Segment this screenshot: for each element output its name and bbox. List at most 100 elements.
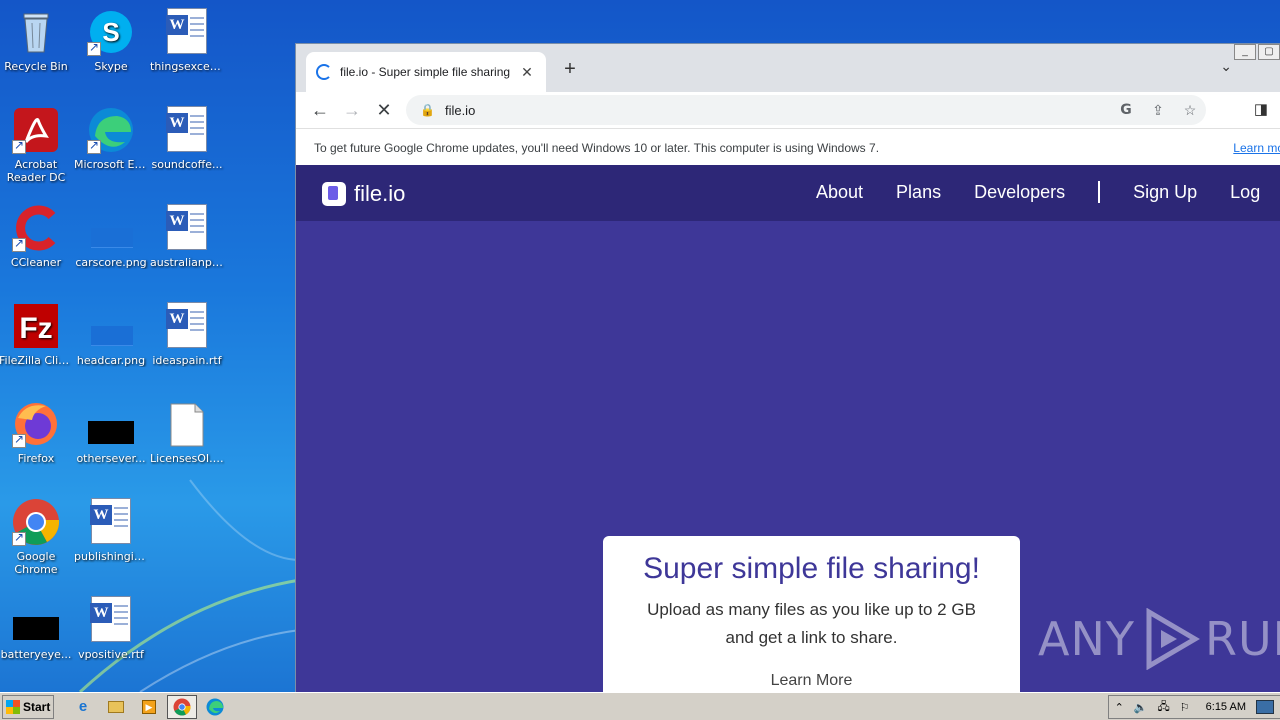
- volume-icon[interactable]: 🔈: [1134, 701, 1148, 714]
- desktop-icon-firefox[interactable]: Firefox: [0, 400, 74, 465]
- side-panel-icon[interactable]: ◨: [1254, 100, 1268, 118]
- tray-expand-icon[interactable]: ⌃: [1115, 701, 1124, 714]
- desktop-icon-label: Firefox: [17, 452, 55, 465]
- svg-text:Fz: Fz: [19, 312, 52, 345]
- desktop-icon-label: batteryeye...: [0, 648, 72, 661]
- desktop-icon-thingsexcep[interactable]: W thingsexcep...: [149, 8, 225, 73]
- desktop-icon-othersever[interactable]: othersever...: [73, 400, 149, 465]
- google-lens-icon[interactable]: G: [1110, 102, 1142, 118]
- desktop-icon-label: othersever...: [76, 452, 146, 465]
- watermark-right: RUN: [1204, 612, 1280, 666]
- clock[interactable]: 6:15 AM: [1206, 701, 1246, 713]
- desktop-icon-soundcoffe[interactable]: W soundcoffe...: [149, 106, 225, 171]
- word-document-icon: W: [87, 596, 135, 644]
- ie-taskbar-icon[interactable]: e: [68, 695, 98, 719]
- desktop-icon-recycle-bin[interactable]: Recycle Bin: [0, 8, 74, 73]
- minimize-icon[interactable]: _: [1234, 44, 1256, 60]
- edge-taskbar-icon[interactable]: [200, 695, 230, 719]
- play-logo-icon: [1146, 608, 1200, 670]
- taskbar: Start e ▶ ⌃ 🔈 🖧 ⚐ 6:15 AM: [0, 692, 1280, 720]
- desktop-icon-licenses[interactable]: LicensesOI.txt: [149, 400, 225, 465]
- desktop-icon-label: soundcoffe...: [151, 158, 223, 171]
- black-thumbnail-icon: [87, 400, 135, 448]
- desktop-icon-label: LicensesOI.txt: [150, 452, 225, 465]
- browser-toolbar: ← → ✕ 🔒 file.io G ⇪ ☆ ◨: [296, 92, 1280, 128]
- word-document-icon: W: [163, 204, 211, 252]
- hero-card: Super simple file sharing! Upload as man…: [603, 536, 1020, 692]
- desktop-icon-label: australianpr...: [150, 256, 225, 269]
- image-file-icon: [87, 302, 135, 350]
- desktop-icon-publishingin[interactable]: W publishingin...: [73, 498, 149, 563]
- desktop-icon-ideaspain[interactable]: W ideaspain.rtf: [149, 302, 225, 367]
- desktop-icon-edge[interactable]: Microsoft Edge: [73, 106, 149, 171]
- chrome-icon: [12, 498, 60, 546]
- explorer-taskbar-icon[interactable]: [101, 695, 131, 719]
- nav-plans[interactable]: Plans: [896, 182, 941, 203]
- system-tray: ⌃ 🔈 🖧 ⚐ 6:15 AM: [1107, 695, 1280, 719]
- firefox-icon: [12, 400, 60, 448]
- desktop-icon-acrobat[interactable]: Acrobat Reader DC: [0, 106, 74, 184]
- window-controls: _ ▢: [1232, 44, 1280, 60]
- restore-icon[interactable]: ▢: [1258, 44, 1280, 60]
- infobar-message: To get future Google Chrome updates, you…: [314, 141, 880, 155]
- windows-logo-icon: [6, 699, 20, 714]
- desktop-icon-headcar[interactable]: headcar.png: [73, 302, 149, 367]
- hero-line-1: Upload as many files as you like up to 2…: [647, 600, 976, 619]
- nav-sign-up[interactable]: Sign Up: [1133, 182, 1197, 203]
- edge-icon: [206, 698, 224, 715]
- address-bar[interactable]: 🔒 file.io G ⇪ ☆: [406, 95, 1206, 125]
- chrome-taskbar-icon[interactable]: [167, 694, 197, 719]
- desktop-icon-vpositive[interactable]: W vpositive.rtf: [73, 596, 149, 661]
- nav-developers[interactable]: Developers: [974, 182, 1065, 203]
- loading-spinner-icon: [316, 64, 332, 80]
- desktop-icon-label: carscore.png: [75, 256, 147, 269]
- hero-title: Super simple file sharing!: [643, 552, 980, 585]
- tab-search-icon[interactable]: ⌄: [1220, 58, 1232, 75]
- fileio-logo[interactable]: file.io: [322, 181, 405, 207]
- nav-log-in[interactable]: Log: [1230, 182, 1260, 203]
- chrome-icon: [173, 698, 191, 715]
- desktop-icon-label: vpositive.rtf: [78, 648, 144, 661]
- tab-close-icon[interactable]: ✕: [518, 64, 536, 81]
- desktop-icon-batteryeye[interactable]: batteryeye...: [0, 596, 74, 661]
- fileio-logo-icon: [322, 182, 346, 206]
- edge-icon: [87, 106, 135, 154]
- desktop-icon-filezilla[interactable]: Fz FileZilla Client: [0, 302, 74, 367]
- learn-more-link[interactable]: Learn More: [603, 672, 1020, 690]
- media-player-taskbar-icon[interactable]: ▶: [134, 695, 164, 719]
- desktop-icon-chrome[interactable]: Google Chrome: [0, 498, 74, 576]
- network-icon[interactable]: 🖧: [1158, 698, 1170, 717]
- tab-strip: file.io - Super simple file sharing ✕ + …: [296, 44, 1280, 92]
- recycle-bin-icon: [12, 8, 60, 56]
- word-document-icon: W: [163, 8, 211, 56]
- back-arrow-icon[interactable]: ←: [304, 100, 336, 121]
- desktop-icon-label: thingsexcep...: [150, 60, 225, 73]
- show-desktop-icon[interactable]: [1256, 700, 1274, 714]
- start-label: Start: [23, 699, 51, 714]
- site-navbar: file.io About Plans Developers Sign Up L…: [296, 165, 1280, 221]
- black-thumbnail-icon: [12, 596, 60, 644]
- action-center-flag-icon[interactable]: ⚐: [1180, 701, 1190, 714]
- nav-divider: [1098, 181, 1101, 203]
- desktop-icon-label: headcar.png: [76, 354, 146, 367]
- address-url[interactable]: file.io: [445, 103, 1110, 118]
- new-tab-button[interactable]: +: [558, 58, 582, 81]
- tab-fileio[interactable]: file.io - Super simple file sharing ✕: [306, 52, 546, 92]
- bookmark-star-icon[interactable]: ☆: [1174, 102, 1206, 119]
- anyrun-watermark: ANY RUN: [1038, 608, 1280, 670]
- share-icon[interactable]: ⇪: [1142, 102, 1174, 119]
- tab-title: file.io - Super simple file sharing: [340, 65, 511, 79]
- forward-arrow-icon[interactable]: →: [336, 100, 368, 121]
- desktop-icon-skype[interactable]: S Skype: [73, 8, 149, 73]
- stop-loading-icon[interactable]: ✕: [368, 100, 400, 121]
- desktop-icon-ccleaner[interactable]: CCleaner: [0, 204, 74, 269]
- infobar-learn-more-link[interactable]: Learn mo: [1233, 141, 1280, 155]
- nav-about[interactable]: About: [816, 182, 863, 203]
- desktop-icon-australianpr[interactable]: W australianpr...: [149, 204, 225, 269]
- chrome-window: file.io - Super simple file sharing ✕ + …: [295, 43, 1280, 692]
- start-button[interactable]: Start: [2, 694, 54, 719]
- desktop-icon-label: Google Chrome: [14, 550, 58, 576]
- word-document-icon: W: [163, 302, 211, 350]
- desktop-icon-label: Recycle Bin: [4, 60, 68, 73]
- desktop-icon-carscore[interactable]: carscore.png: [73, 204, 149, 269]
